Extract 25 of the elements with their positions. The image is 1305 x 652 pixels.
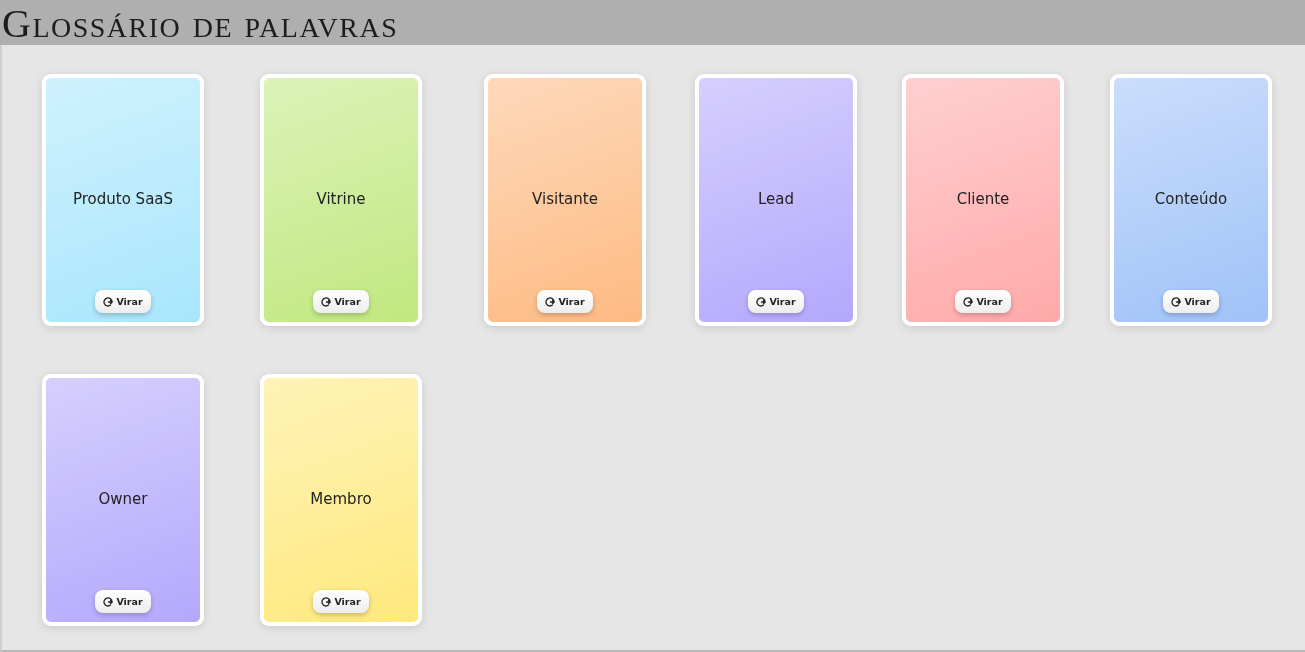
card-term: Cliente — [956, 190, 1010, 208]
rotate-icon — [103, 296, 114, 307]
card-term: Conteúdo — [1154, 190, 1228, 208]
flip-button[interactable]: Virar — [1163, 290, 1219, 313]
rotate-icon — [103, 596, 114, 607]
card-term: Produto SaaS — [72, 190, 174, 208]
card-term: Membro — [310, 490, 372, 508]
rotate-icon — [756, 296, 767, 307]
rotate-icon — [545, 296, 556, 307]
flip-button[interactable]: Virar — [537, 290, 593, 313]
rotate-icon — [963, 296, 974, 307]
rotate-icon — [321, 596, 332, 607]
card-term: Lead — [757, 190, 794, 208]
card-term: Owner — [98, 490, 148, 508]
card-term: Visitante — [532, 190, 598, 208]
flip-button[interactable]: Virar — [95, 290, 151, 313]
page-title: Glossário de palavras — [2, 3, 399, 45]
flip-button[interactable]: Virar — [748, 290, 804, 313]
flip-button[interactable]: Virar — [313, 290, 369, 313]
rotate-icon — [321, 296, 332, 307]
flip-button[interactable]: Virar — [313, 590, 369, 613]
card-term: Vitrine — [316, 190, 366, 208]
rotate-icon — [1171, 296, 1182, 307]
flip-button[interactable]: Virar — [95, 590, 151, 613]
flip-button[interactable]: Virar — [955, 290, 1011, 313]
